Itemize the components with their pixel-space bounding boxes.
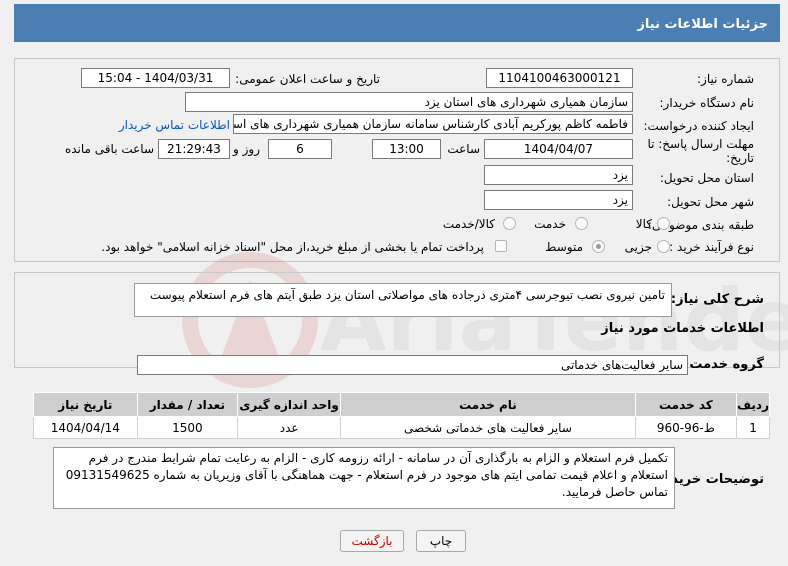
back-button[interactable]: بازگشت: [340, 530, 404, 552]
cell-name: سایر فعالیت های خدماتی شخصی: [340, 416, 636, 439]
city-label: شهر محل تحویل:: [667, 195, 754, 209]
buyer-notes-textarea: تکمیل فرم استعلام و الزام به بارگذاری آن…: [53, 447, 675, 509]
process-label: نوع فرآیند خرید :: [669, 240, 754, 254]
days-remaining-field: 6: [268, 139, 332, 159]
process-partial-label: جزیی: [624, 240, 652, 254]
category-goods-service-label: کالا/خدمت: [442, 217, 495, 231]
service-group-label: گروه خدمت:: [684, 357, 764, 372]
treasury-payment-checkbox[interactable]: [495, 240, 507, 252]
cell-qty: 1500: [136, 416, 239, 439]
creator-label: ایجاد کننده درخواست:: [643, 119, 754, 133]
days-label: روز و: [233, 142, 260, 156]
col-row: ردیف: [736, 392, 770, 417]
deadline-time-label: ساعت: [447, 142, 480, 156]
col-unit: واحد اندازه گیری: [236, 392, 342, 417]
treasury-payment-note: پرداخت تمام یا بخشی از مبلغ خرید،از محل …: [101, 240, 484, 254]
announce-label: تاریخ و ساعت اعلان عمومی:: [235, 72, 380, 86]
remaining-time-field: 21:29:43: [158, 139, 230, 159]
province-label: استان محل تحویل:: [659, 171, 754, 185]
deadline-date-field: 1404/04/07: [484, 139, 633, 159]
buyer-org-field: سازمان همیاری شهرداری های استان یزد: [185, 92, 633, 112]
category-goods-service-radio[interactable]: [503, 217, 516, 230]
buyer-org-label: نام دستگاه خریدار:: [659, 96, 755, 110]
process-partial-radio[interactable]: [657, 240, 670, 253]
process-medium-radio[interactable]: [592, 240, 605, 253]
cell-date: 1404/04/14: [33, 416, 138, 439]
category-goods-radio[interactable]: [657, 217, 670, 230]
col-qty: تعداد / مقدار: [136, 392, 239, 417]
summary-textarea: تامین نیروی نصب تیوجرسی ۴متری درجاده های…: [134, 283, 672, 317]
print-button[interactable]: چاپ: [416, 530, 466, 552]
col-code: کد خدمت: [634, 392, 738, 417]
announce-field: 1404/03/31 - 15:04: [81, 68, 230, 88]
category-service-radio[interactable]: [575, 217, 588, 230]
remaining-time-label: ساعت باقی مانده: [64, 142, 154, 156]
summary-label: شرح کلی نیاز:: [670, 292, 764, 307]
process-medium-label: متوسط: [545, 240, 583, 254]
services-section-title: اطلاعات خدمات مورد نیاز: [601, 321, 764, 336]
cell-row: 1: [736, 416, 770, 439]
category-service-label: خدمت: [534, 217, 566, 231]
page-header: جزئیات اطلاعات نیاز: [14, 4, 780, 42]
creator-field: فاطمه کاظم پورکریم آبادی کارشناس سامانه …: [233, 114, 633, 134]
deadline-label-date: تاریخ:: [726, 151, 754, 165]
need-number-field: 1104100463000121: [486, 68, 633, 88]
cell-code: ط-96-960: [634, 416, 738, 439]
buyer-contact-link[interactable]: اطلاعات تماس خریدار: [119, 118, 230, 132]
category-goods-label: کالا: [635, 217, 652, 231]
deadline-time-field: 13:00: [372, 139, 441, 159]
col-date: تاریخ نیاز: [33, 392, 138, 417]
table-row: 1 ط-96-960 سایر فعالیت های خدماتی شخصی ع…: [33, 416, 770, 439]
city-field: یزد: [484, 190, 633, 210]
service-group-field: سایر فعالیت‌های خدماتی: [137, 355, 688, 375]
cell-unit: عدد: [236, 416, 342, 439]
table-header-row: ردیف کد خدمت نام خدمت واحد اندازه گیری ت…: [33, 392, 770, 417]
need-number-label: شماره نیاز:: [697, 72, 754, 86]
col-name: نام خدمت: [340, 392, 636, 417]
deadline-label: مهلت ارسال پاسخ: تا: [647, 137, 754, 151]
province-field: یزد: [484, 165, 633, 185]
services-table: ردیف کد خدمت نام خدمت واحد اندازه گیری ت…: [33, 392, 770, 439]
